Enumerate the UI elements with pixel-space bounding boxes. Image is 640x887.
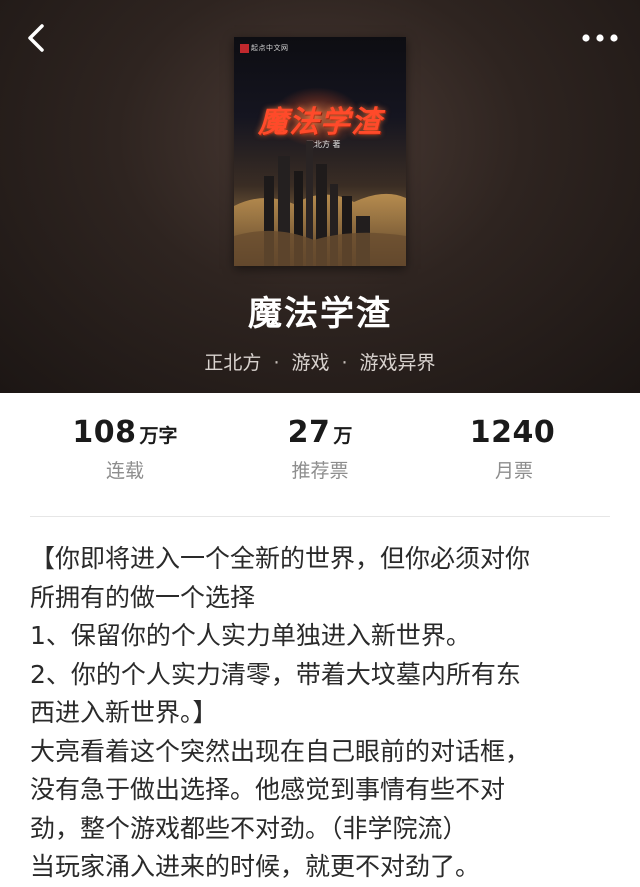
book-stats: 108 万字 连载 27 万 推荐票 1240 月票 xyxy=(0,393,640,518)
meta-separator: · xyxy=(341,352,348,374)
stat-word-count: 108 万字 连载 xyxy=(35,415,215,483)
publisher-logo-icon xyxy=(240,43,249,53)
synopsis-line: 大亮看着这个突然出现在自己眼前的对话框， xyxy=(30,736,531,766)
stat-value: 1240 xyxy=(469,415,556,450)
stat-label: 连载 xyxy=(105,460,144,482)
chevron-left-icon xyxy=(28,24,44,52)
synopsis-line: 所拥有的做一个选择 xyxy=(30,582,256,612)
stat-value: 108 xyxy=(72,415,137,450)
meta-separator: · xyxy=(273,352,280,374)
stat-monthly-votes[interactable]: 1240 月票 xyxy=(424,415,604,483)
synopsis-line: 劲，整个游戏都些不对劲。（非学院流） xyxy=(30,813,468,843)
synopsis-line: 当玩家涌入进来的时候，就更不对劲了。 xyxy=(30,852,481,881)
back-button[interactable] xyxy=(22,22,54,54)
synopsis[interactable]: 【你即将进入一个全新的世界，但你必须对你 所拥有的做一个选择 1、保留你的个人实… xyxy=(30,540,615,887)
stat-unit: 万 xyxy=(333,425,353,447)
book-meta: 正北方 · 游戏 · 游戏异界 xyxy=(0,348,640,375)
synopsis-line: 没有急于做出选择。他感觉到事情有些不对 xyxy=(30,775,506,804)
synopsis-line: 1、保留你的个人实力单独进入新世界。 xyxy=(30,621,471,650)
synopsis-line: 西进入新世界。】 xyxy=(30,698,218,727)
stat-label: 月票 xyxy=(494,460,533,482)
cover-title: 魔法学渣 xyxy=(258,105,382,140)
cover-city-illustration xyxy=(234,141,406,266)
stat-recommend-votes[interactable]: 27 万 推荐票 xyxy=(230,415,410,483)
cover-publisher: 起点中文网 xyxy=(240,43,289,53)
stats-divider xyxy=(30,516,610,517)
stat-label: 推荐票 xyxy=(291,460,349,482)
book-header: 起点中文网 魔法学渣 正北方 著 魔法学渣 正北方 · 游戏 · 游戏异界 xyxy=(0,0,640,393)
book-cover[interactable]: 起点中文网 魔法学渣 正北方 著 xyxy=(234,37,406,266)
book-title: 魔法学渣 xyxy=(248,294,392,334)
author-link[interactable]: 正北方 xyxy=(204,352,261,374)
category-link[interactable]: 游戏 xyxy=(291,352,329,374)
synopsis-line: 【你即将进入一个全新的世界，但你必须对你 xyxy=(30,544,531,573)
subcategory-link[interactable]: 游戏异界 xyxy=(360,352,436,374)
stat-value: 27 xyxy=(287,415,331,450)
more-dots-icon xyxy=(582,34,618,42)
stat-unit: 万字 xyxy=(139,425,178,447)
more-button[interactable] xyxy=(580,24,620,52)
synopsis-line: 2、你的个人实力清零，带着大坟墓内所有东 xyxy=(30,659,521,689)
